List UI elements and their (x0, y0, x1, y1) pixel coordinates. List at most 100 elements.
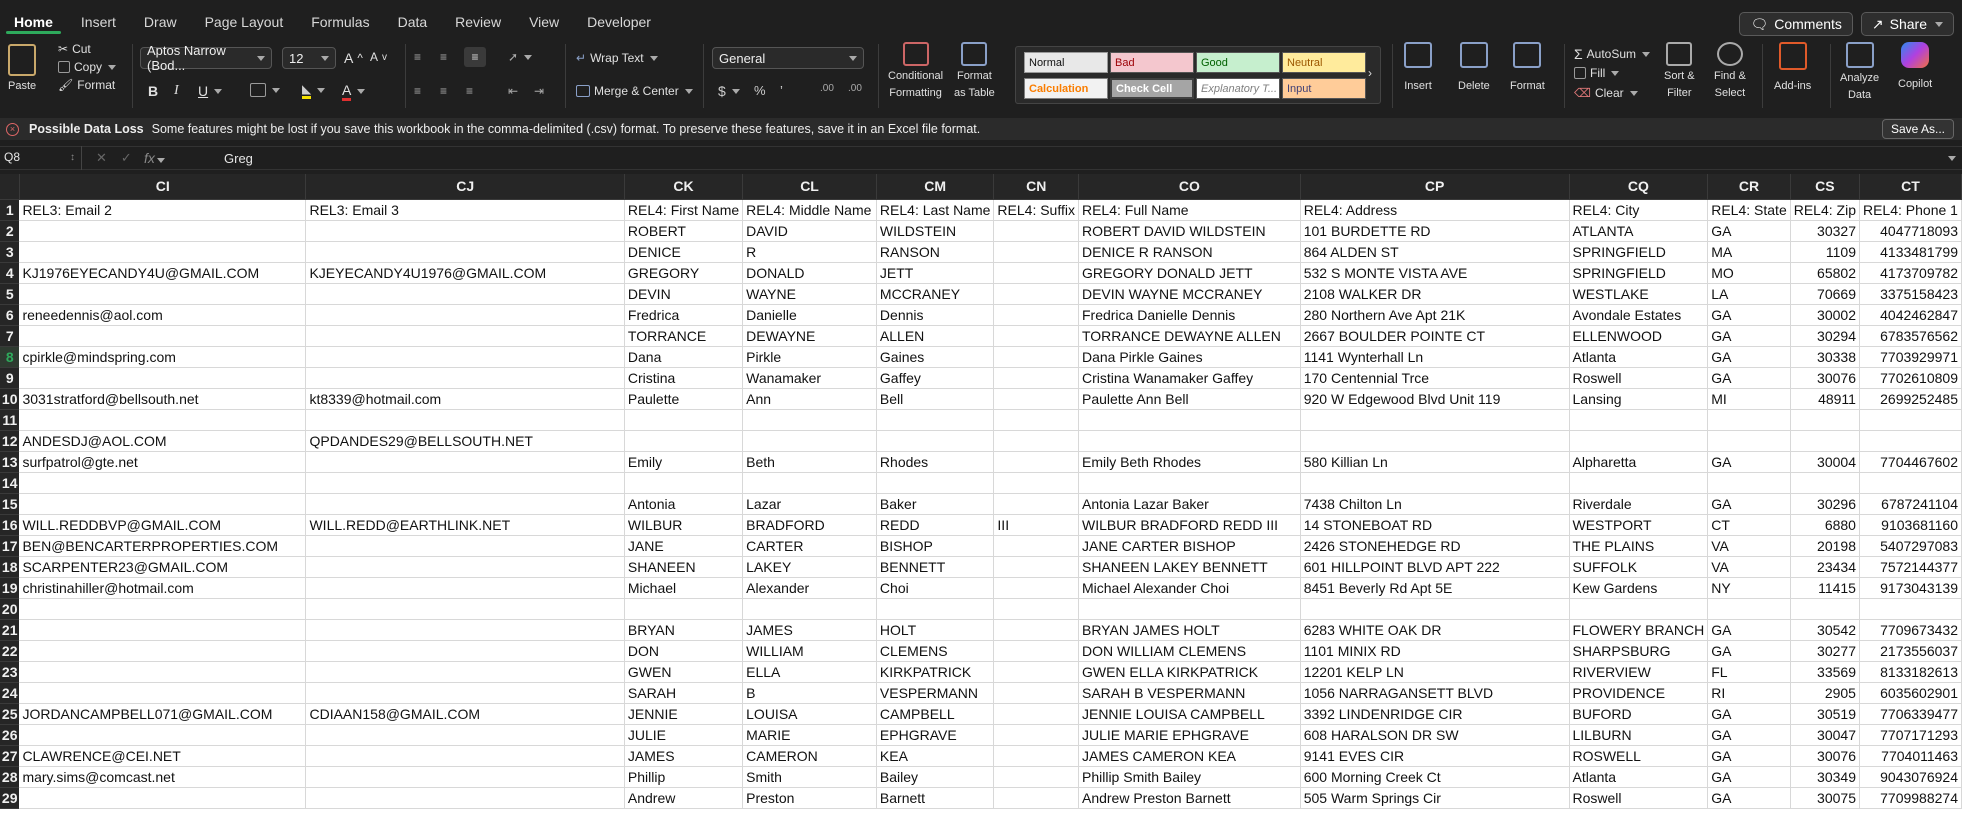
cell[interactable]: surfpatrol@gte.net (19, 451, 307, 473)
cell[interactable]: HOLT (876, 619, 995, 641)
cell[interactable]: SPRINGFIELD (1569, 241, 1709, 263)
cell[interactable]: Beth (742, 451, 877, 473)
cell[interactable]: WAYNE (742, 283, 877, 305)
cell[interactable]: Cristina (624, 367, 744, 389)
cell[interactable]: Gaines (876, 346, 995, 368)
cell[interactable]: 30349 (1790, 766, 1860, 788)
column-header-cr[interactable]: CR (1707, 174, 1791, 200)
cell[interactable] (305, 766, 625, 788)
cell[interactable]: Preston (742, 787, 877, 809)
decrease-font-button[interactable]: Av (370, 50, 387, 64)
style-calculation[interactable]: Calculation (1024, 78, 1108, 99)
column-header-cn[interactable]: CN (993, 174, 1079, 200)
autosum-button[interactable]: Σ AutoSum (1574, 46, 1651, 62)
row-header[interactable]: 27 (0, 745, 20, 767)
align-left-button[interactable]: ≡ (414, 84, 421, 98)
cell[interactable]: SARAH (624, 682, 744, 704)
cell[interactable]: JANE CARTER BISHOP (1078, 535, 1301, 557)
cell[interactable]: 7703929971 (1859, 346, 1962, 368)
cell[interactable]: 3031stratford@bellsouth.net (19, 388, 307, 410)
cell[interactable]: Roswell (1569, 787, 1709, 809)
row-header[interactable]: 24 (0, 682, 20, 704)
cell[interactable]: SPRINGFIELD (1569, 262, 1709, 284)
cell[interactable] (305, 220, 625, 242)
cell[interactable]: Emily Beth Rhodes (1078, 451, 1301, 473)
cell[interactable] (19, 619, 307, 641)
cell[interactable]: 7572144377 (1859, 556, 1962, 578)
cell[interactable]: GA (1707, 640, 1791, 662)
cell[interactable]: ROBERT DAVID WILDSTEIN (1078, 220, 1301, 242)
cell[interactable]: MO (1707, 262, 1791, 284)
cell[interactable] (305, 451, 625, 473)
cell[interactable]: SHANEEN LAKEY BENNETT (1078, 556, 1301, 578)
cell[interactable]: cpirkle@mindspring.com (19, 346, 307, 368)
currency-button[interactable]: $ (718, 83, 740, 99)
cell[interactable]: 14 STONEBOAT RD (1300, 514, 1570, 536)
cell[interactable] (1790, 472, 1860, 494)
select-all-corner[interactable] (0, 174, 20, 200)
find-select-button[interactable]: Find & Select (1714, 42, 1746, 100)
cell[interactable] (993, 619, 1079, 641)
cell[interactable]: TORRANCE DEWAYNE ALLEN (1078, 325, 1301, 347)
cell[interactable]: Michael (624, 577, 744, 599)
cell[interactable] (993, 661, 1079, 683)
cell[interactable]: Barnett (876, 787, 995, 809)
cell[interactable] (1300, 430, 1570, 452)
font-color-button[interactable]: A (342, 82, 366, 101)
cell[interactable]: 1109 (1790, 241, 1860, 263)
paste-button[interactable]: Paste (8, 44, 36, 92)
cell[interactable] (993, 535, 1079, 557)
cell[interactable]: 2699252485 (1859, 388, 1962, 410)
tab-formulas[interactable]: Formulas (297, 0, 383, 34)
column-header-ct[interactable]: CT (1859, 174, 1962, 200)
cell[interactable] (993, 682, 1079, 704)
row-header[interactable]: 6 (0, 304, 20, 326)
cell[interactable] (1790, 598, 1860, 620)
cell[interactable]: CARTER (742, 535, 877, 557)
cell[interactable]: ROSWELL (1569, 745, 1709, 767)
cell[interactable]: GWEN (624, 661, 744, 683)
align-center-button[interactable]: ≡ (440, 84, 447, 98)
cell[interactable]: Atlanta (1569, 346, 1709, 368)
row-header[interactable]: 23 (0, 661, 20, 683)
cell[interactable] (1300, 598, 1570, 620)
cell[interactable]: Alexander (742, 577, 877, 599)
cell[interactable]: Antonia Lazar Baker (1078, 493, 1301, 515)
cell[interactable] (19, 409, 307, 431)
cell[interactable]: B (742, 682, 877, 704)
comma-button[interactable]: ’ (780, 83, 783, 98)
row-header[interactable]: 4 (0, 262, 20, 284)
cell[interactable]: GREGORY DONALD JETT (1078, 262, 1301, 284)
cell[interactable]: 4173709782 (1859, 262, 1962, 284)
confirm-icon[interactable]: ✓ (121, 150, 132, 166)
row-header[interactable]: 15 (0, 493, 20, 515)
cell[interactable]: TORRANCE (624, 325, 744, 347)
cell[interactable]: 30076 (1790, 367, 1860, 389)
fill-color-button[interactable]: ◣ (302, 82, 326, 99)
cell[interactable]: 6787241104 (1859, 493, 1962, 515)
cell[interactable]: Michael Alexander Choi (1078, 577, 1301, 599)
cell[interactable]: 6035602901 (1859, 682, 1962, 704)
cell[interactable]: DENICE R RANSON (1078, 241, 1301, 263)
wrap-text-button[interactable]: ↵ Wrap Text (576, 51, 658, 65)
cell[interactable] (19, 493, 307, 515)
cell[interactable]: DENICE (624, 241, 744, 263)
cell[interactable] (305, 661, 625, 683)
cell[interactable]: CDIAAN158@GMAIL.COM (305, 703, 625, 725)
cell[interactable]: GA (1707, 619, 1791, 641)
cell[interactable] (305, 535, 625, 557)
cell[interactable] (993, 577, 1079, 599)
add-ins-button[interactable]: Add-ins (1774, 42, 1811, 92)
cell[interactable]: 505 Warm Springs Cir (1300, 787, 1570, 809)
cell[interactable]: REL4: First Name (624, 199, 744, 221)
comments-button[interactable]: 🗨 Comments (1739, 12, 1853, 36)
save-as-button[interactable]: Save As... (1881, 119, 1954, 139)
cell[interactable]: JENNIE LOUISA CAMPBELL (1078, 703, 1301, 725)
cell[interactable] (305, 619, 625, 641)
cell[interactable]: RANSON (876, 241, 995, 263)
cell[interactable]: 2108 WALKER DR (1300, 283, 1570, 305)
cell[interactable] (993, 430, 1079, 452)
cell[interactable] (624, 472, 744, 494)
cell[interactable]: 3392 LINDENRIDGE CIR (1300, 703, 1570, 725)
cell[interactable]: EPHGRAVE (876, 724, 995, 746)
